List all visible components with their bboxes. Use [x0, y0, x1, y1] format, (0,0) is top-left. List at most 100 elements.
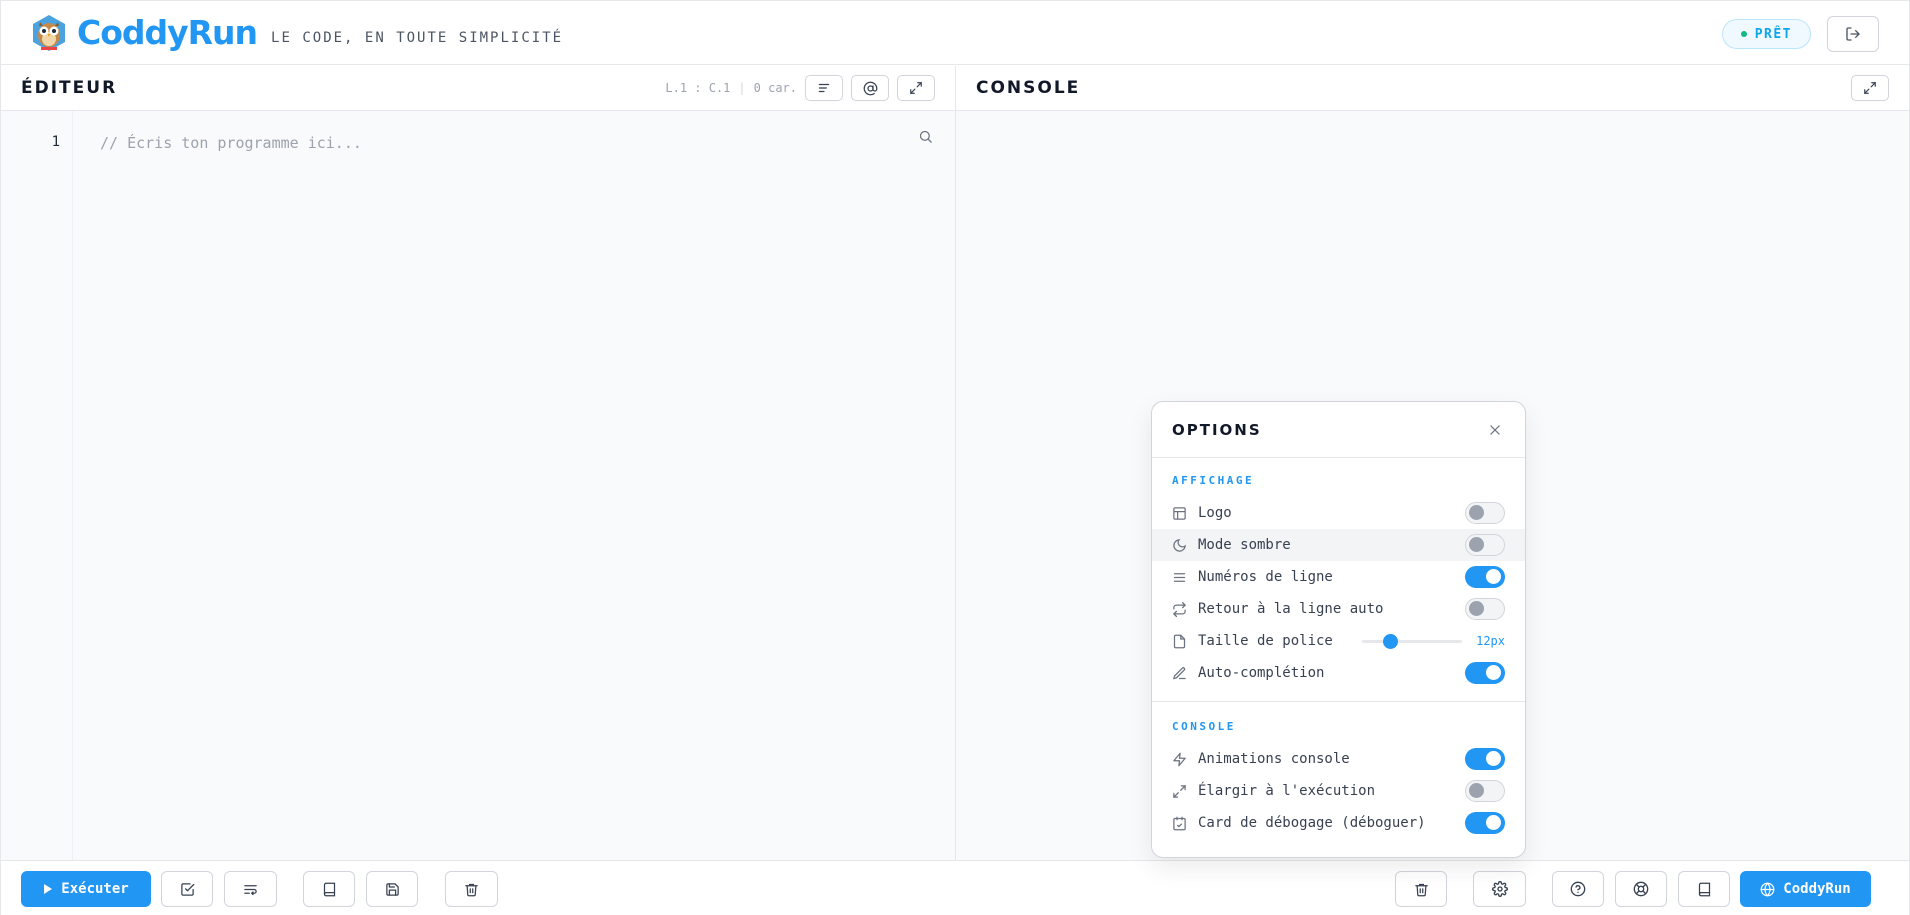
save-icon [385, 882, 399, 896]
brand-name: CoddyRun [77, 13, 258, 52]
word-wrap-toggle[interactable] [1465, 598, 1505, 620]
layout-icon [1172, 505, 1188, 521]
check-button[interactable] [161, 871, 213, 907]
font-size-value: 12px [1476, 634, 1505, 648]
options-title: OPTIONS [1172, 420, 1262, 439]
options-header: OPTIONS [1152, 402, 1525, 458]
expand-icon [1864, 82, 1876, 94]
option-dark-mode[interactable]: Mode sombre [1152, 529, 1525, 561]
console-animations-toggle[interactable] [1465, 748, 1505, 770]
separator: | [738, 81, 746, 95]
code-editor[interactable]: // Écris ton programme ici... [73, 111, 955, 860]
editor-title: ÉDITEUR [21, 78, 118, 98]
run-label: Exécuter [61, 881, 129, 897]
format-button[interactable] [805, 75, 843, 101]
gear-icon [1491, 881, 1508, 897]
help-button[interactable] [1552, 871, 1604, 907]
editor-tools: L.1 : C.1 | 0 car. [665, 75, 935, 101]
char-count: 0 car. [753, 81, 797, 95]
footer-toolbar: Exécuter CoddyRun [1, 860, 1909, 915]
cursor-position: L.1 : C.1 [665, 81, 731, 95]
option-label: Logo [1198, 505, 1232, 521]
search-icon [919, 130, 932, 143]
zap-icon [1172, 751, 1188, 767]
book-icon [1698, 882, 1710, 896]
guide-button[interactable] [1678, 871, 1730, 907]
debug-card-toggle[interactable] [1465, 812, 1505, 834]
console-tools [1851, 75, 1889, 101]
logout-icon [1846, 27, 1860, 41]
pen-icon [1172, 665, 1188, 681]
format-code-button[interactable] [224, 871, 277, 907]
logo-toggle[interactable] [1465, 502, 1505, 524]
docs-button[interactable] [303, 871, 355, 907]
expand-icon [1172, 783, 1188, 799]
options-panel: OPTIONS AFFICHAGE Logo Mode sombre Numér… [1151, 401, 1526, 858]
globe-icon [1760, 881, 1775, 897]
line-gutter: 1 [1, 111, 73, 860]
status-badge: PRÊT [1721, 19, 1811, 49]
play-icon [44, 884, 53, 894]
logout-button[interactable] [1827, 16, 1879, 52]
app-window: CoddyRun LE CODE, EN TOUTE SIMPLICITÉ PR… [0, 0, 1910, 915]
option-console-animations[interactable]: Animations console [1152, 743, 1525, 775]
option-line-numbers[interactable]: Numéros de ligne [1152, 561, 1525, 593]
console-header: CONSOLE [956, 66, 1909, 111]
option-label: Numéros de ligne [1198, 569, 1333, 585]
editor-placeholder: // Écris ton programme ici... [100, 134, 362, 152]
align-left-icon [818, 83, 830, 93]
expand-icon [910, 82, 922, 94]
option-font-size: Taille de police 12px [1152, 625, 1525, 657]
option-autocomplete[interactable]: Auto-complétion [1152, 657, 1525, 689]
console-section-label: CONSOLE [1172, 720, 1236, 733]
header: CoddyRun LE CODE, EN TOUTE SIMPLICITÉ PR… [1, 1, 1909, 65]
life-buoy-icon [1633, 881, 1649, 897]
settings-button[interactable] [1473, 871, 1526, 907]
option-label: Auto-complétion [1198, 665, 1325, 681]
font-size-slider-handle[interactable] [1383, 633, 1399, 649]
coddyrun-link-button[interactable]: CoddyRun [1740, 871, 1871, 907]
font-size-slider[interactable] [1362, 633, 1463, 649]
book-icon [323, 882, 335, 896]
option-label: Taille de police [1198, 633, 1333, 649]
dark-mode-toggle[interactable] [1465, 534, 1505, 556]
option-label: Mode sombre [1198, 537, 1291, 553]
save-button[interactable] [366, 871, 418, 907]
option-label: Élargir à l'exécution [1198, 783, 1376, 799]
line-number: 1 [51, 134, 60, 150]
autocomplete-toggle[interactable] [1465, 662, 1505, 684]
editor-search-button[interactable] [918, 129, 933, 144]
repeat-icon [1172, 601, 1188, 617]
option-logo[interactable]: Logo [1152, 497, 1525, 529]
clear-editor-button[interactable] [445, 871, 498, 907]
at-sign-icon [863, 81, 877, 95]
calendar-check-icon [1172, 815, 1188, 831]
support-button[interactable] [1615, 871, 1667, 907]
option-expand-on-run[interactable]: Élargir à l'exécution [1152, 775, 1525, 807]
lines-icon [1172, 569, 1188, 585]
console-expand-button[interactable] [1851, 75, 1889, 101]
status-text: PRÊT [1754, 26, 1792, 42]
wrap-text-icon [244, 884, 257, 895]
snippet-button[interactable] [851, 75, 889, 101]
help-circle-icon [1570, 881, 1586, 897]
line-numbers-toggle[interactable] [1465, 566, 1505, 588]
trash-icon [465, 883, 478, 896]
clear-console-button[interactable] [1395, 871, 1447, 907]
expand-on-run-toggle[interactable] [1465, 780, 1505, 802]
option-word-wrap[interactable]: Retour à la ligne auto [1152, 593, 1525, 625]
moon-icon [1172, 537, 1188, 553]
console-title: CONSOLE [976, 78, 1081, 98]
tagline: LE CODE, EN TOUTE SIMPLICITÉ [271, 29, 564, 46]
option-label: Retour à la ligne auto [1198, 601, 1384, 617]
editor-header: ÉDITEUR L.1 : C.1 | 0 car. [1, 66, 955, 111]
run-button[interactable]: Exécuter [21, 871, 151, 907]
editor-expand-button[interactable] [897, 75, 935, 101]
options-divider [1152, 701, 1525, 702]
font-size-control: 12px [1362, 633, 1505, 649]
coddyrun-link-label: CoddyRun [1783, 881, 1851, 897]
file-icon [1172, 633, 1188, 649]
option-debug-card[interactable]: Card de débogage (déboguer) [1152, 807, 1525, 839]
close-options-button[interactable] [1485, 420, 1505, 440]
owl-logo-icon [33, 14, 65, 51]
